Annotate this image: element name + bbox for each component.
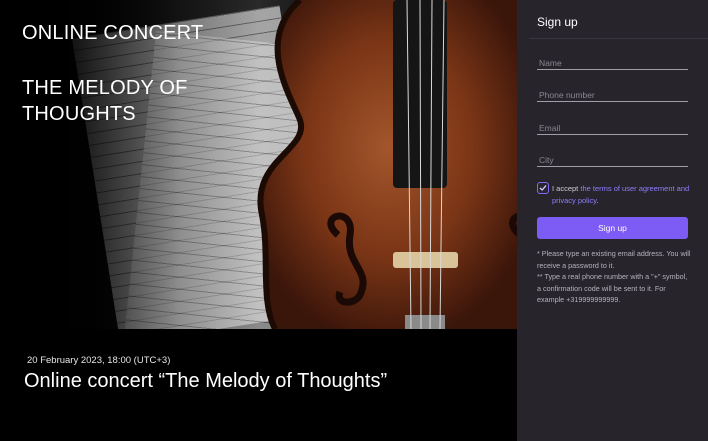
signup-button[interactable]: Sign up [537,217,688,239]
event-title: Online concert “The Melody of Thoughts” [24,370,388,392]
city-field-wrapper [537,150,692,167]
email-field-wrapper [537,118,692,135]
note-email: * Please type an existing email address.… [537,249,691,270]
name-field-wrapper [537,53,692,70]
email-input[interactable] [537,123,692,133]
signup-notes: * Please type an existing email address.… [537,248,692,306]
agreement-text: I accept the terms of user agreement and… [552,183,692,207]
agreement-checkbox[interactable] [537,182,549,194]
note-phone: ** Type a real phone number with a "+" s… [537,272,688,304]
signup-panel: Sign up I accept the terms of user agree… [517,0,708,441]
name-input[interactable] [537,58,692,68]
hero-gradient-overlay [0,0,517,329]
hero-subheading: THE MELODY OF THOUGHTS [22,77,188,125]
divider [529,38,708,39]
agreement-prefix: I accept [552,184,581,193]
hero-heading: ONLINE CONCERT [22,22,204,44]
signup-title: Sign up [537,15,578,29]
checkmark-icon [539,185,547,191]
city-input[interactable] [537,155,692,165]
agreement-suffix: . [596,196,599,205]
phone-input[interactable] [537,90,692,100]
hero-banner: ONLINE CONCERT THE MELODY OF THOUGHTS [0,0,517,329]
phone-field-wrapper [537,85,692,102]
event-date: 20 February 2023, 18:00 (UTC+3) [27,355,171,366]
